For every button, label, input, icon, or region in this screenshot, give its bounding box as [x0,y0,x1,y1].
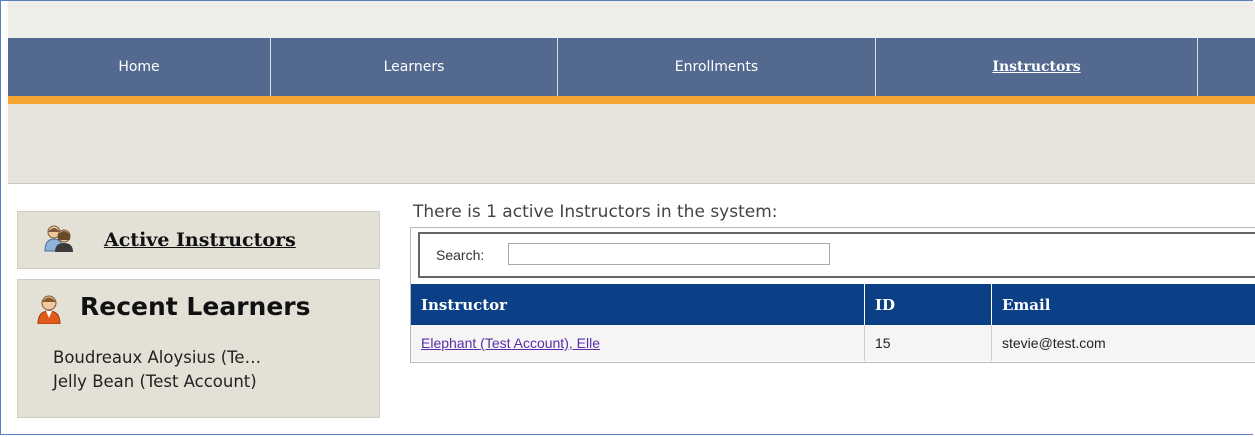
email-cell: stevie@test.com [1002,335,1106,351]
id-cell: 15 [864,325,992,361]
column-header-instructor[interactable]: Instructor [411,284,865,325]
search-bar: Search: [418,232,1255,278]
table-row: Elephant (Test Account), Elle 15 stevie@… [411,325,1255,361]
instructors-table-container: Search: Instructor ID Email Elephant (Te… [410,227,1255,363]
top-bar [8,1,1255,38]
people-icon [44,224,74,252]
nav-home[interactable]: Home [8,38,271,96]
nav-learners[interactable]: Learners [271,38,558,96]
active-instructors-panel: Active Instructors [17,211,380,269]
table-header-row: Instructor ID Email [411,284,1255,325]
accent-stripe [8,96,1255,104]
instructor-link[interactable]: Elephant (Test Account), Elle [421,335,600,351]
main-nav: Home Learners Enrollments Instructors [8,38,1255,96]
instructors-count-heading: There is 1 active Instructors in the sys… [413,202,778,222]
recent-learner-item[interactable]: Boudreaux Aloysius (Te… [53,348,261,367]
nav-enrollments[interactable]: Enrollments [558,38,876,96]
search-label: Search: [436,247,485,263]
column-header-id[interactable]: ID [864,284,992,325]
learner-icon [36,294,62,325]
recent-learner-item[interactable]: Jelly Bean (Test Account) [53,372,257,391]
column-header-email[interactable]: Email [992,284,1255,325]
recent-learners-panel: Recent Learners Boudreaux Aloysius (Te… … [17,279,380,418]
sub-bar [8,104,1255,184]
active-instructors-link[interactable]: Active Instructors [104,229,296,251]
search-input[interactable] [508,243,830,265]
instructor-cell: Elephant (Test Account), Elle [411,325,865,361]
recent-learners-title: Recent Learners [80,292,311,321]
nav-more[interactable] [1198,38,1255,96]
nav-instructors[interactable]: Instructors [876,38,1198,96]
instructors-table: Instructor ID Email Elephant (Test Accou… [411,284,1255,361]
